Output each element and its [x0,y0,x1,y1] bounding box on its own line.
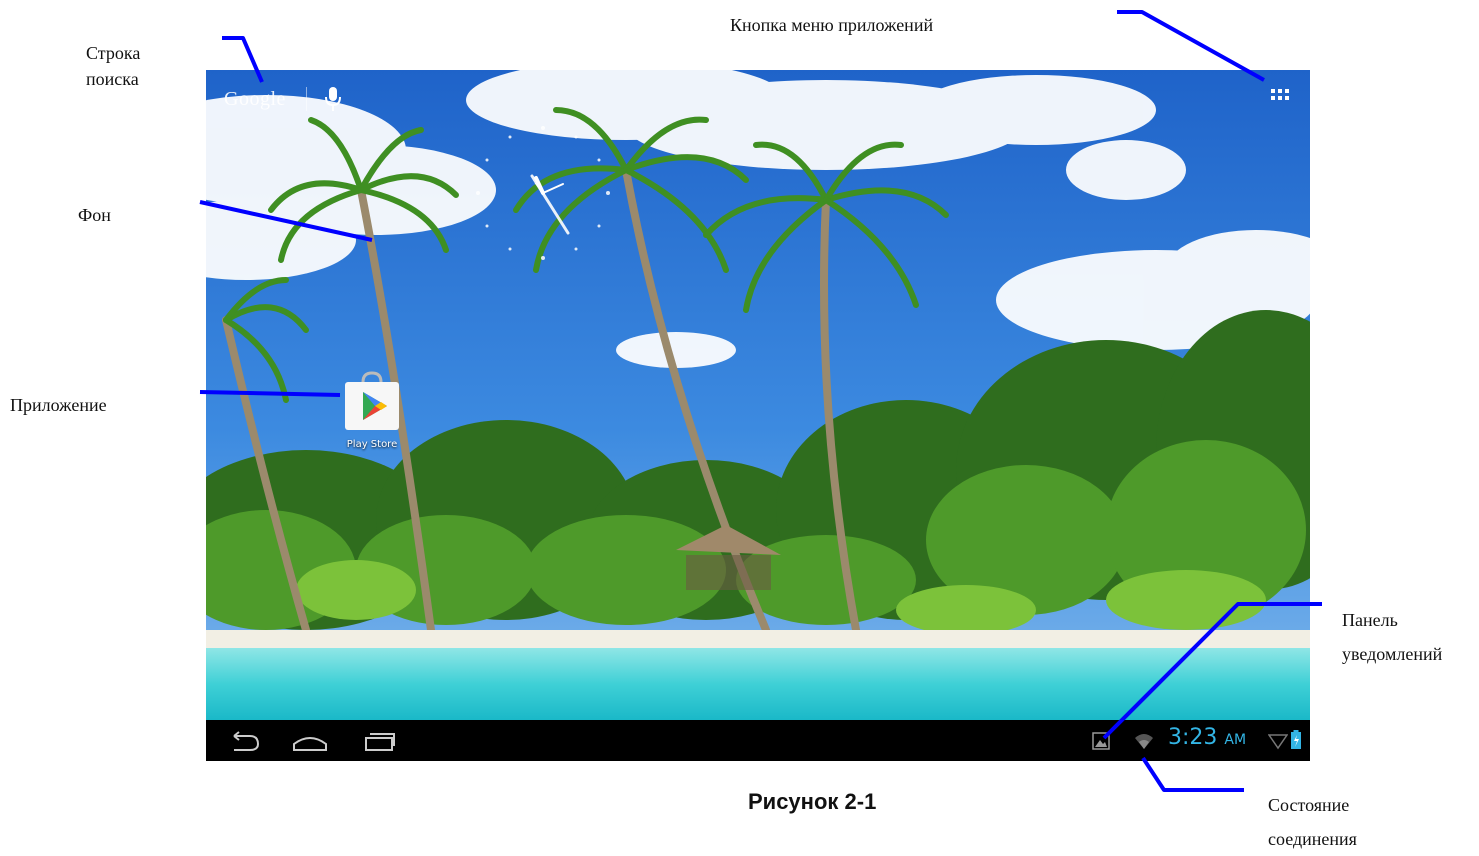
figure-caption: Рисунок 2-1 [748,789,877,814]
picture-icon[interactable] [1092,732,1110,750]
callout-notification-panel-line2: уведомлений [1342,644,1443,664]
recent-apps-icon[interactable] [360,728,400,754]
callout-apps-menu-button: Кнопка меню приложений [730,15,934,35]
callout-notification-panel-line1: Панель [1342,610,1398,630]
callout-application: Приложение [10,395,107,415]
tablet-screen: Google Play Store 3:23 AM [206,70,1310,761]
callout-search-bar-line1: Строка [86,43,141,63]
home-icon[interactable] [290,728,330,754]
search-divider [305,87,307,111]
play-store-icon [345,371,399,430]
app-label: Play Store [346,439,398,450]
battery-icon [1291,730,1301,749]
microphone-icon[interactable] [323,85,343,113]
callout-search-bar: Строка поиска [86,40,140,92]
callout-connection-status-line1: Состояние [1268,795,1350,815]
callout-notification-panel: Панель уведомлений [1342,603,1442,671]
clock-widget[interactable] [468,118,618,268]
search-bar[interactable]: Google [224,82,343,116]
status-clock[interactable]: 3:23 AM [1168,725,1246,750]
callout-search-bar-line2: поиска [86,69,139,89]
system-bar: 3:23 AM [206,720,1310,761]
signal-icon [1268,734,1288,750]
app-play-store[interactable]: Play Store [334,370,410,450]
wifi-icon[interactable] [1134,732,1154,750]
status-ampm: AM [1224,732,1247,748]
callout-background: Фон [78,205,111,225]
status-time: 3:23 [1168,725,1218,750]
back-icon[interactable] [224,728,264,754]
grid-icon[interactable] [1268,86,1292,110]
callout-connection-status: Состояние соединения [1268,788,1357,856]
google-logo[interactable]: Google [224,88,286,111]
callout-connection-status-line2: соединения [1268,829,1357,849]
